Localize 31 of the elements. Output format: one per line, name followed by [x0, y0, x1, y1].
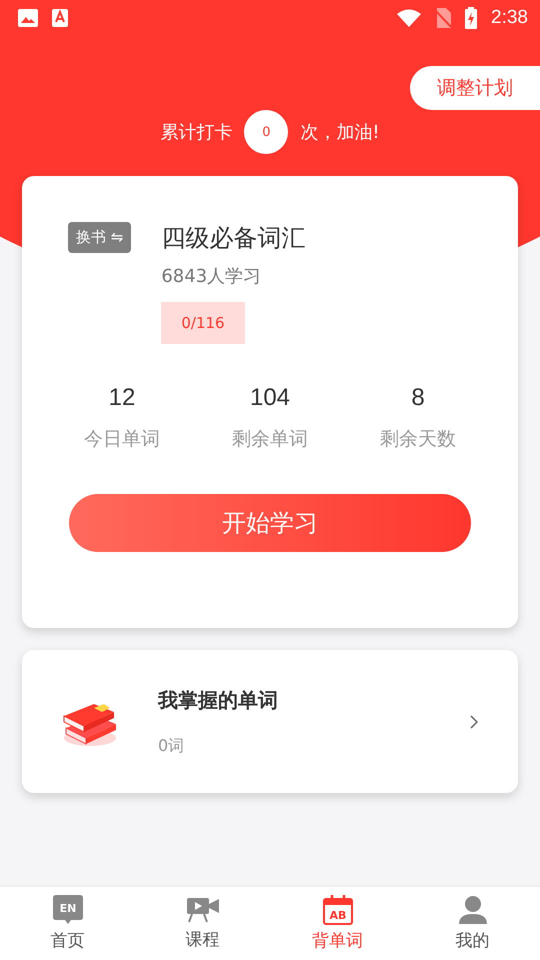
calendar-icon: AB [322, 895, 352, 925]
stat-value: 104 [250, 384, 290, 412]
chat-bubble-icon: EN [52, 895, 82, 925]
switch-book-button[interactable]: 换书 ⇋ [68, 222, 132, 253]
progress-badge: 0/116 [161, 302, 245, 344]
stat-label: 今日单词 [84, 427, 160, 452]
chevron-right-icon [470, 714, 478, 728]
stat-label: 剩余单词 [232, 427, 308, 452]
person-icon [458, 895, 488, 925]
nav-tab[interactable]: AB 背单词 [270, 887, 405, 960]
stat-value: 8 [411, 384, 425, 412]
mastered-words-card[interactable]: 我掌握的单词 0词 [22, 650, 518, 793]
nav-tab[interactable]: 我的 [405, 887, 540, 960]
image-icon [18, 9, 38, 27]
wifi-icon [397, 9, 422, 27]
app-icon [52, 9, 68, 27]
book-title: 四级必备词汇 [161, 223, 306, 254]
mastered-words-title: 我掌握的单词 [158, 686, 279, 714]
stat-value: 12 [108, 384, 136, 412]
adjust-plan-button[interactable]: 调整计划 [410, 66, 540, 110]
clock: 2:38 [491, 7, 528, 29]
video-camera-icon [186, 896, 218, 924]
checkin-label: 累计打卡 [160, 121, 232, 144]
checkin-message: 次，加油! [300, 121, 380, 144]
mastered-words-count: 0词 [158, 736, 186, 756]
learner-count: 6843人学习 [161, 265, 262, 288]
stat-label: 剩余天数 [380, 427, 456, 452]
nav-tab[interactable]: 课程 [135, 887, 270, 960]
nav-tab[interactable]: EN 首页 [0, 887, 135, 960]
no-sim-icon [435, 8, 452, 28]
battery-icon [465, 7, 478, 29]
